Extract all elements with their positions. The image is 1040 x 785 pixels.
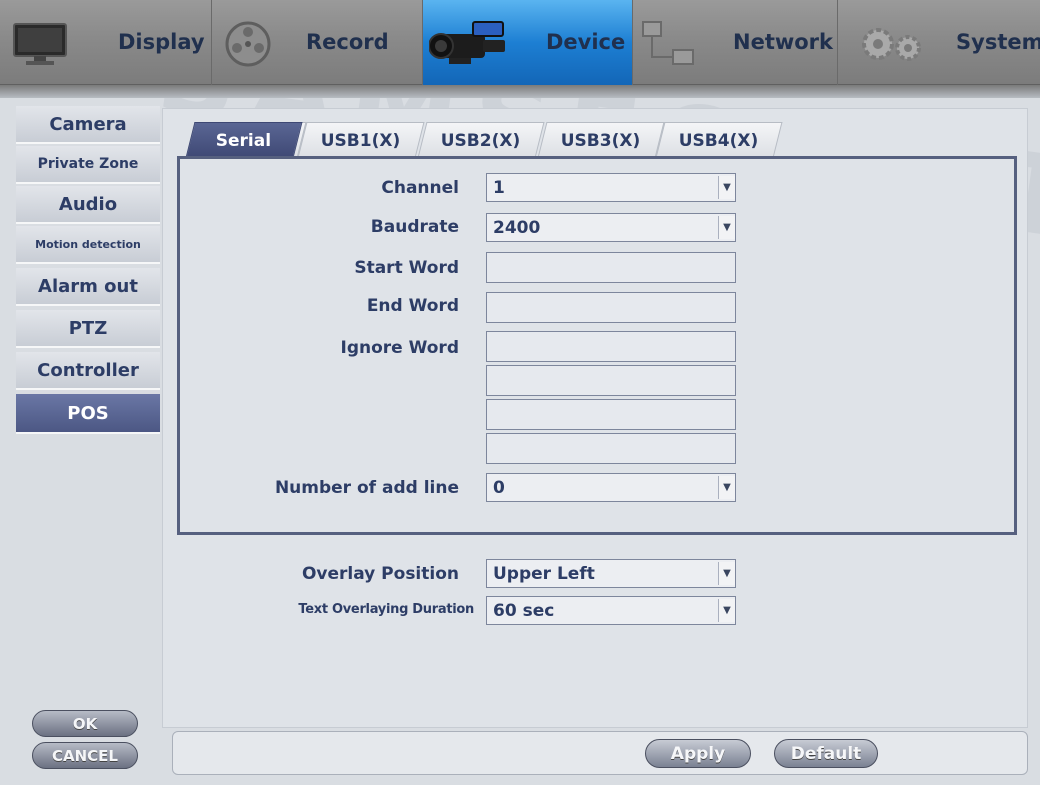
camcorder-icon [429,21,505,64]
sidebar-item-pos[interactable]: POS [16,394,160,434]
ok-button-label: OK [72,714,98,733]
tab-usb4[interactable]: USB4(X) [655,122,783,158]
gears-icon [862,28,921,61]
baudrate-value: 2400 [493,218,541,238]
overlay-duration-label: Text Overlaying Duration [298,602,474,617]
baudrate-select[interactable]: 2400 ▼ [486,213,736,242]
chevron-down-icon: ▼ [718,476,735,499]
ignore-word-label: Ignore Word [340,338,460,358]
sidebar-item-label: Camera [49,113,127,135]
menu-label-display: Display [118,30,205,54]
cancel-button-label: CANCEL [52,746,118,765]
tab-usb3[interactable]: USB3(X) [537,122,665,158]
tab-label: USB4(X) [679,130,759,151]
ok-button[interactable]: OK [32,710,138,737]
ignore-word-field-3[interactable] [486,399,736,430]
tab-usb1[interactable]: USB1(X) [297,122,425,158]
menu-label-record: Record [306,30,389,54]
tab-label: USB1(X) [321,130,401,151]
film-reel-icon [225,21,271,67]
sidebar-item-alarm-out[interactable]: Alarm out [16,268,160,306]
overlay-duration-select[interactable]: 60 sec ▼ [486,596,736,625]
channel-label: Channel [381,178,459,198]
sidebar-item-label: POS [67,402,109,424]
default-button[interactable]: Default [774,739,878,768]
ignore-word-field-4[interactable] [486,433,736,464]
menu-label-system: System [956,30,1040,54]
menu-tab-system[interactable]: System [838,0,1040,85]
start-word-label: Start Word [354,258,459,278]
chevron-down-icon: ▼ [718,562,735,585]
end-word-field[interactable] [486,292,736,323]
tab-label: USB3(X) [561,130,641,151]
monitor-icon [13,23,67,65]
sidebar-item-private-zone[interactable]: Private Zone [16,146,160,184]
topbar-divider [0,85,1040,98]
end-word-label: End Word [366,296,459,316]
menu-tab-network[interactable]: Network [633,0,838,85]
tab-label: Serial [216,130,272,151]
cancel-button[interactable]: CANCEL [32,742,138,769]
chevron-down-icon: ▼ [718,216,735,239]
baudrate-label: Baudrate [370,217,459,237]
sidebar-item-label: Private Zone [37,156,139,172]
sidebar-item-label: Alarm out [38,275,138,297]
apply-button-label: Apply [670,743,726,764]
sidebar-item-label: PTZ [68,317,108,339]
chevron-down-icon: ▼ [718,176,735,199]
menu-tab-record[interactable]: Record [212,0,423,85]
sidebar-item-motion-detection[interactable]: Motion detection [16,226,160,264]
overlay-position-label: Overlay Position [301,564,459,584]
sidebar-item-audio[interactable]: Audio [16,186,160,224]
apply-button[interactable]: Apply [645,739,751,768]
tab-usb2[interactable]: USB2(X) [417,122,545,158]
menu-label-device: Device [546,30,626,54]
sidebar-item-label: Motion detection [35,237,141,251]
menu-tab-device[interactable]: Device [423,0,633,85]
channel-value: 1 [493,178,505,198]
start-word-field[interactable] [486,252,736,283]
bottom-bar [172,731,1028,775]
sidebar-item-label: Controller [37,359,139,381]
chevron-down-icon: ▼ [718,599,735,622]
menu-tab-display[interactable]: Display [0,0,212,85]
sidebar-item-controller[interactable]: Controller [16,352,160,390]
add-line-value: 0 [493,478,505,498]
tab-serial[interactable]: Serial [185,122,303,158]
top-menu-bar: Display Record Device Network System [0,0,1040,85]
channel-select[interactable]: 1 ▼ [486,173,736,202]
add-line-label: Number of add line [274,478,459,498]
overlay-duration-value: 60 sec [493,601,555,621]
menu-label-network: Network [733,30,834,54]
default-button-label: Default [790,743,862,764]
overlay-position-value: Upper Left [493,564,595,584]
overlay-position-select[interactable]: Upper Left ▼ [486,559,736,588]
add-line-select[interactable]: 0 ▼ [486,473,736,502]
ignore-word-field-2[interactable] [486,365,736,396]
network-icon [642,21,694,65]
sidebar-item-camera[interactable]: Camera [16,106,160,144]
sidebar-item-label: Audio [58,193,118,215]
sidebar-item-ptz[interactable]: PTZ [16,310,160,348]
ignore-word-field-1[interactable] [486,331,736,362]
tab-label: USB2(X) [441,130,521,151]
